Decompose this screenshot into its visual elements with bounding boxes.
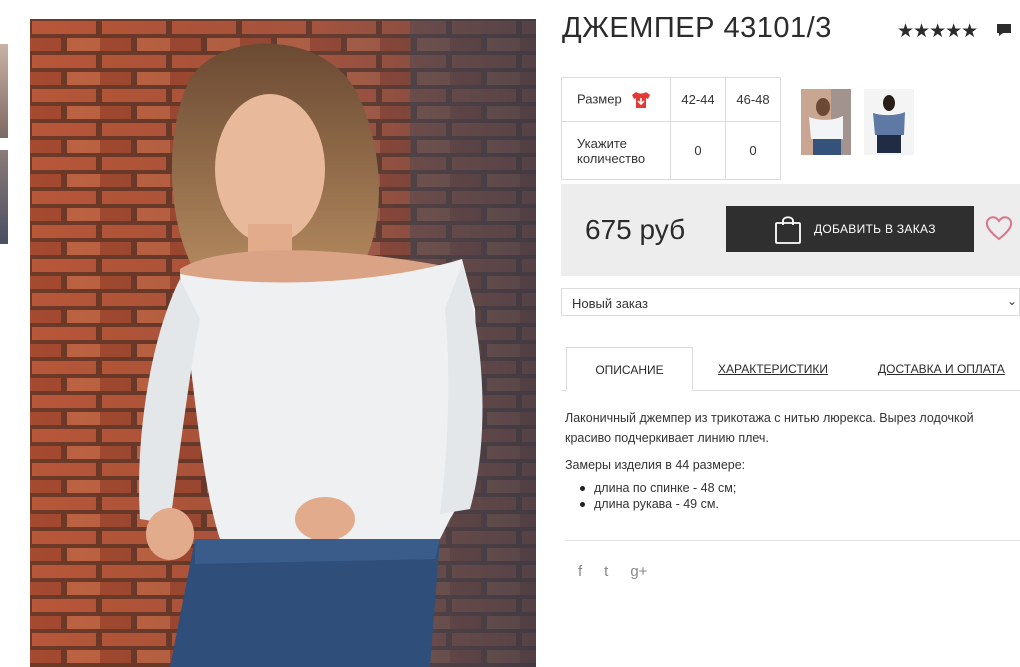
quantity-input-46-48[interactable]: 0 [725,121,781,180]
star-rating[interactable]: ★★★★★ [897,20,978,43]
bag-icon [775,216,801,244]
chevron-down-icon: ⌄ [1006,294,1017,308]
divider [565,540,1020,541]
add-to-order-label: ДОБАВИТЬ В ЗАКАЗ [814,222,936,236]
comment-icon[interactable] [996,23,1012,37]
bullet-icon [580,486,585,492]
size-label-cell: Размер [561,77,671,122]
add-to-order-button[interactable]: ДОБАВИТЬ В ЗАКАЗ [726,206,974,252]
measure-list: длина по спинке - 48 см; длина рукава - … [580,480,736,512]
size-chart-icon[interactable] [631,91,651,109]
color-variant-white[interactable] [801,89,851,155]
thumbnail-strip [0,44,8,256]
thumbnail-1[interactable] [0,44,8,138]
size-table: Размер 42-44 46-48 Укажите количество 0 … [561,77,781,180]
heart-icon[interactable] [985,215,1013,241]
measure-title: Замеры изделия в 44 размере: [565,458,746,472]
facebook-icon[interactable]: f [578,563,582,580]
size-label: Размер [577,90,622,106]
color-variants [801,89,914,155]
quantity-input-42-44[interactable]: 0 [670,121,726,180]
price: 675 руб [585,214,686,245]
list-item: длина по спинке - 48 см; [580,480,736,496]
product-photo-illustration [30,19,536,667]
price-box: 675 руб ДОБАВИТЬ В ЗАКАЗ [561,184,1020,276]
tab-description[interactable]: ОПИСАНИЕ [566,347,693,391]
social-share: f t g+ [578,563,647,580]
color-variant-blue[interactable] [864,89,914,155]
googleplus-icon[interactable]: g+ [630,563,647,580]
tab-delivery-payment[interactable]: ДОСТАВКА И ОПЛАТА [878,347,1005,391]
order-select-value: Новый заказ [572,296,648,311]
tab-characteristics[interactable]: ХАРАКТЕРИСТИКИ [718,347,828,391]
order-select[interactable]: Новый заказ ⌄ [561,288,1020,316]
bullet-icon [580,502,585,508]
measure-item: длина по спинке - 48 см; [594,481,737,495]
quantity-label-cell: Укажите количество [561,121,671,180]
thumbnail-2[interactable] [0,150,8,244]
measure-item: длина рукава - 49 см. [594,497,719,511]
product-description: Лаконичный джемпер из трикотажа с нитью … [565,411,974,445]
size-option-42-44[interactable]: 42-44 [670,77,726,122]
list-item: длина рукава - 49 см. [580,496,736,512]
size-option-46-48[interactable]: 46-48 [725,77,781,122]
product-title: ДЖЕМПЕР 43101/3 [562,12,832,44]
twitter-icon[interactable]: t [604,563,608,580]
product-photo[interactable] [30,19,536,667]
quantity-label-line1: Укажите [577,135,627,151]
quantity-label-line2: количество [577,150,646,166]
